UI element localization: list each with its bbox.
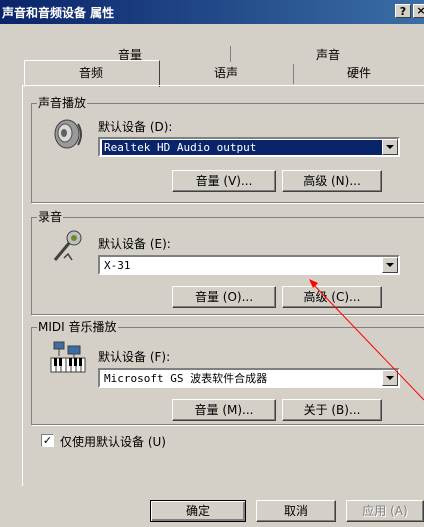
annotation-arrow-head [309,279,318,288]
annotation-arrow [309,279,424,401]
annotation-arrow-line [311,282,424,401]
